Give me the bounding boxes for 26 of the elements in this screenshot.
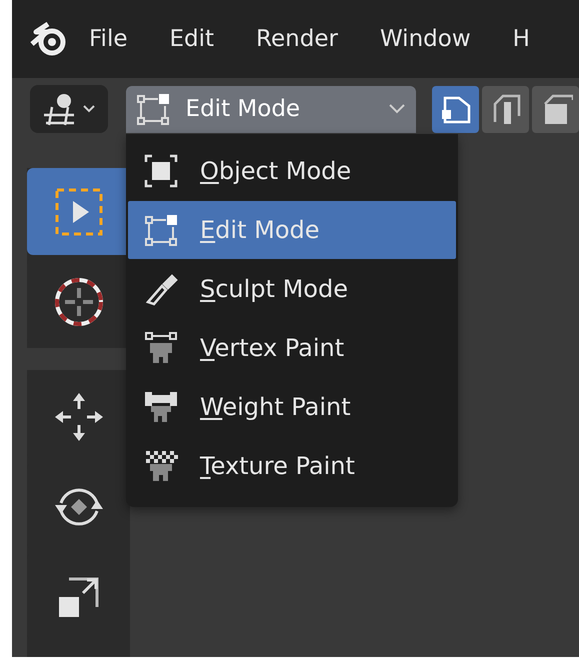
select-mode-button[interactable] bbox=[432, 86, 479, 132]
mode-menu-item[interactable]: Edit Mode bbox=[128, 201, 456, 259]
object-mode-icon bbox=[144, 154, 178, 188]
chevron-down-icon bbox=[82, 104, 96, 114]
weight-paint-icon bbox=[144, 390, 178, 424]
app-logo-icon bbox=[30, 22, 68, 56]
mode-menu-item[interactable]: Texture Paint bbox=[128, 437, 456, 495]
mode-menu-item[interactable]: Object Mode bbox=[128, 142, 456, 200]
edit-mode-icon bbox=[136, 92, 170, 126]
select-mode-button[interactable] bbox=[482, 86, 529, 132]
menu-item[interactable]: Render bbox=[235, 26, 359, 52]
mode-dropdown[interactable]: Edit Mode bbox=[126, 86, 416, 132]
mode-menu-item[interactable]: Weight Paint bbox=[128, 378, 456, 436]
editor-type-button[interactable] bbox=[30, 85, 108, 133]
texture-paint-icon bbox=[144, 449, 178, 483]
chevron-down-icon bbox=[388, 103, 406, 115]
mode-menu-item[interactable]: Vertex Paint bbox=[128, 319, 456, 377]
select-mode-button[interactable] bbox=[532, 86, 579, 132]
vertex-paint-icon bbox=[144, 331, 178, 365]
menu-item[interactable]: Edit bbox=[148, 26, 236, 52]
menu-item[interactable]: Window bbox=[358, 26, 492, 52]
menu-item[interactable]: H bbox=[492, 26, 551, 52]
edit-mode-icon bbox=[144, 213, 178, 247]
brush-icon bbox=[144, 272, 178, 306]
menu-item[interactable]: File bbox=[68, 26, 148, 52]
mode-menu-item[interactable]: Sculpt Mode bbox=[128, 260, 456, 318]
